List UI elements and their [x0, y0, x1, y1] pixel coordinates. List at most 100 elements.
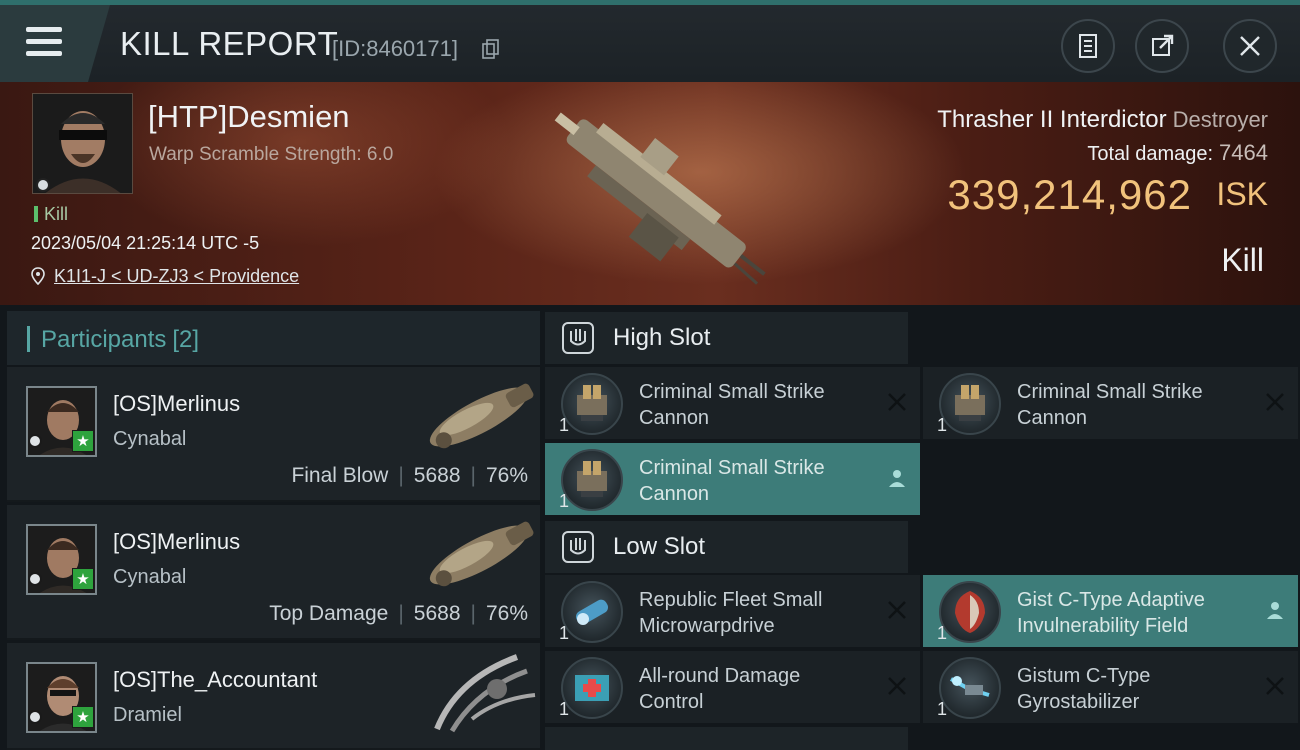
module-item[interactable]: 1 Republic Fleet Small Microwarpdrive — [545, 575, 920, 647]
participants-header: Participants [2] — [7, 311, 540, 365]
close-icon — [1240, 36, 1260, 56]
participant-ship-render — [429, 521, 534, 587]
shield-icon — [939, 581, 1001, 643]
participant-ship-render — [434, 654, 536, 733]
destroyed-x-icon — [888, 393, 906, 411]
report-id: [ID:8460171] — [332, 36, 458, 61]
victim-ship-render — [554, 112, 766, 285]
high-slot-header: High Slot — [545, 312, 908, 364]
corp-badge-icon — [28, 434, 42, 448]
participants-count: [2] — [172, 326, 200, 353]
high-slot-icon — [562, 322, 594, 354]
page-title: KILL REPORT — [120, 25, 339, 62]
cannon-icon — [561, 373, 623, 435]
kill-tag: Kill — [34, 204, 68, 225]
participant-ship: Cynabal — [113, 566, 187, 588]
report-document-button[interactable] — [1061, 19, 1115, 73]
module-item[interactable]: 1 Gist C-Type Adaptive Invulnerability F… — [923, 575, 1298, 647]
module-name: Criminal Small Strike Cannon — [639, 381, 825, 429]
module-name: Criminal Small Strike Cannon — [639, 457, 825, 505]
location-pin-icon — [31, 267, 45, 285]
destroyed-x-icon — [1266, 677, 1284, 695]
module-quantity: 1 — [559, 623, 570, 643]
participants-label: Participants — [41, 326, 167, 353]
module-item[interactable]: 1 Criminal Small Strike Cannon — [545, 443, 920, 515]
module-item[interactable]: 1 Gistum C-Type Gyrostabilizer — [923, 651, 1298, 723]
cannon-icon — [939, 373, 1001, 435]
microwarpdrive-icon — [561, 581, 623, 643]
participant-damage: 5688 — [413, 602, 461, 625]
next-slot-header — [545, 727, 908, 750]
participant-stats: Final Blow | 5688 | 76% — [291, 464, 528, 487]
corp-badge-icon — [36, 178, 50, 192]
module-item[interactable]: 1 All-round Damage Control — [545, 651, 920, 723]
total-damage-label: Total damage: — [1087, 143, 1214, 165]
low-slot-header: Low Slot — [545, 521, 908, 573]
document-icon — [1079, 34, 1097, 58]
participant-percent: 76% — [485, 464, 528, 487]
module-quantity: 1 — [559, 491, 570, 511]
module-name: Republic Fleet Small Microwarpdrive — [639, 589, 823, 637]
module-quantity: 1 — [559, 699, 570, 719]
participant-card[interactable]: ★ [OS]Merlinus Cynabal Final Blow | 5688 | 7… — [7, 367, 540, 502]
module-item[interactable]: 1 Criminal Small Strike Cannon — [923, 367, 1298, 439]
participant-card[interactable]: ★ [OS]The_Accountant Dramiel — [7, 643, 540, 750]
participant-ship-render — [429, 383, 534, 449]
corp-badge-icon — [28, 710, 42, 724]
location-text: K1I1-J < UD-ZJ3 < Providence — [54, 266, 300, 286]
module-quantity: 1 — [937, 699, 948, 719]
dropped-person-icon — [889, 470, 905, 487]
module-item[interactable]: 1 Criminal Small Strike Cannon — [545, 367, 920, 439]
total-damage: Total damage: 7464 — [1087, 140, 1268, 166]
result-label: Kill — [1221, 242, 1264, 278]
participants-accent-bar — [27, 326, 30, 352]
close-button[interactable] — [1223, 19, 1277, 73]
participant-ship: Dramiel — [113, 704, 182, 726]
final-blow-star-icon: ★ — [72, 430, 94, 452]
cannon-icon — [561, 449, 623, 511]
victim-ship-name: Thrasher II Interdictor — [937, 106, 1167, 133]
share-button[interactable] — [1135, 19, 1189, 73]
damage-control-icon — [561, 657, 623, 719]
module-name: Gistum C-Type Gyrostabilizer — [1017, 665, 1151, 713]
copy-icon[interactable] — [482, 39, 500, 59]
kill-datetime: 2023/05/04 21:25:14 UTC -5 — [31, 233, 260, 253]
victim-ship-class: Destroyer — [1172, 107, 1268, 132]
low-slot-icon — [562, 531, 594, 563]
participant-damage: 5688 — [413, 464, 461, 487]
module-quantity: 1 — [559, 415, 570, 435]
victim-portrait-icon — [33, 94, 132, 193]
share-icon — [1152, 34, 1174, 56]
module-name: Gist C-Type Adaptive Invulnerability Fie… — [1017, 589, 1205, 637]
module-name: Criminal Small Strike Cannon — [1017, 381, 1203, 429]
destroyed-x-icon — [888, 601, 906, 619]
participant-role: Top Damage — [269, 602, 389, 625]
module-quantity: 1 — [937, 623, 948, 643]
participant-percent: 76% — [485, 602, 528, 625]
hamburger-menu-icon[interactable] — [26, 27, 62, 57]
isk-unit: ISK — [1216, 176, 1268, 212]
top-bar: KILL REPORT [ID:8460171] — [0, 0, 1300, 82]
victim-avatar[interactable] — [32, 93, 133, 194]
location-link[interactable]: K1I1-J < UD-ZJ3 < Providence — [31, 266, 299, 287]
corp-badge-icon — [28, 572, 42, 586]
participant-star-icon: ★ — [72, 706, 94, 728]
dropped-person-icon — [1267, 602, 1283, 619]
module-quantity: 1 — [937, 415, 948, 435]
top-damage-star-icon: ★ — [72, 568, 94, 590]
destroyed-x-icon — [888, 677, 906, 695]
high-slot-title: High Slot — [613, 324, 711, 351]
total-damage-value: 7464 — [1219, 140, 1268, 165]
victim-name[interactable]: [HTP]Desmien — [148, 99, 350, 135]
participant-ship: Cynabal — [113, 428, 187, 450]
participant-name: [OS]Merlinus — [113, 529, 241, 554]
isk-value: 339,214,962 — [947, 171, 1192, 218]
module-name: All-round Damage Control — [639, 665, 801, 713]
participant-role: Final Blow — [291, 464, 389, 487]
participant-card[interactable]: ★ [OS]Merlinus Cynabal Top Damage | 5688 | 7… — [7, 505, 540, 640]
victim-ship[interactable]: Thrasher II Interdictor Destroyer — [937, 106, 1268, 134]
participant-stats: Top Damage | 5688 | 76% — [269, 602, 528, 625]
warp-scramble-strength: Warp Scramble Strength: 6.0 — [149, 144, 394, 165]
destroyed-x-icon — [1266, 393, 1284, 411]
participant-name: [OS]Merlinus — [113, 391, 241, 416]
